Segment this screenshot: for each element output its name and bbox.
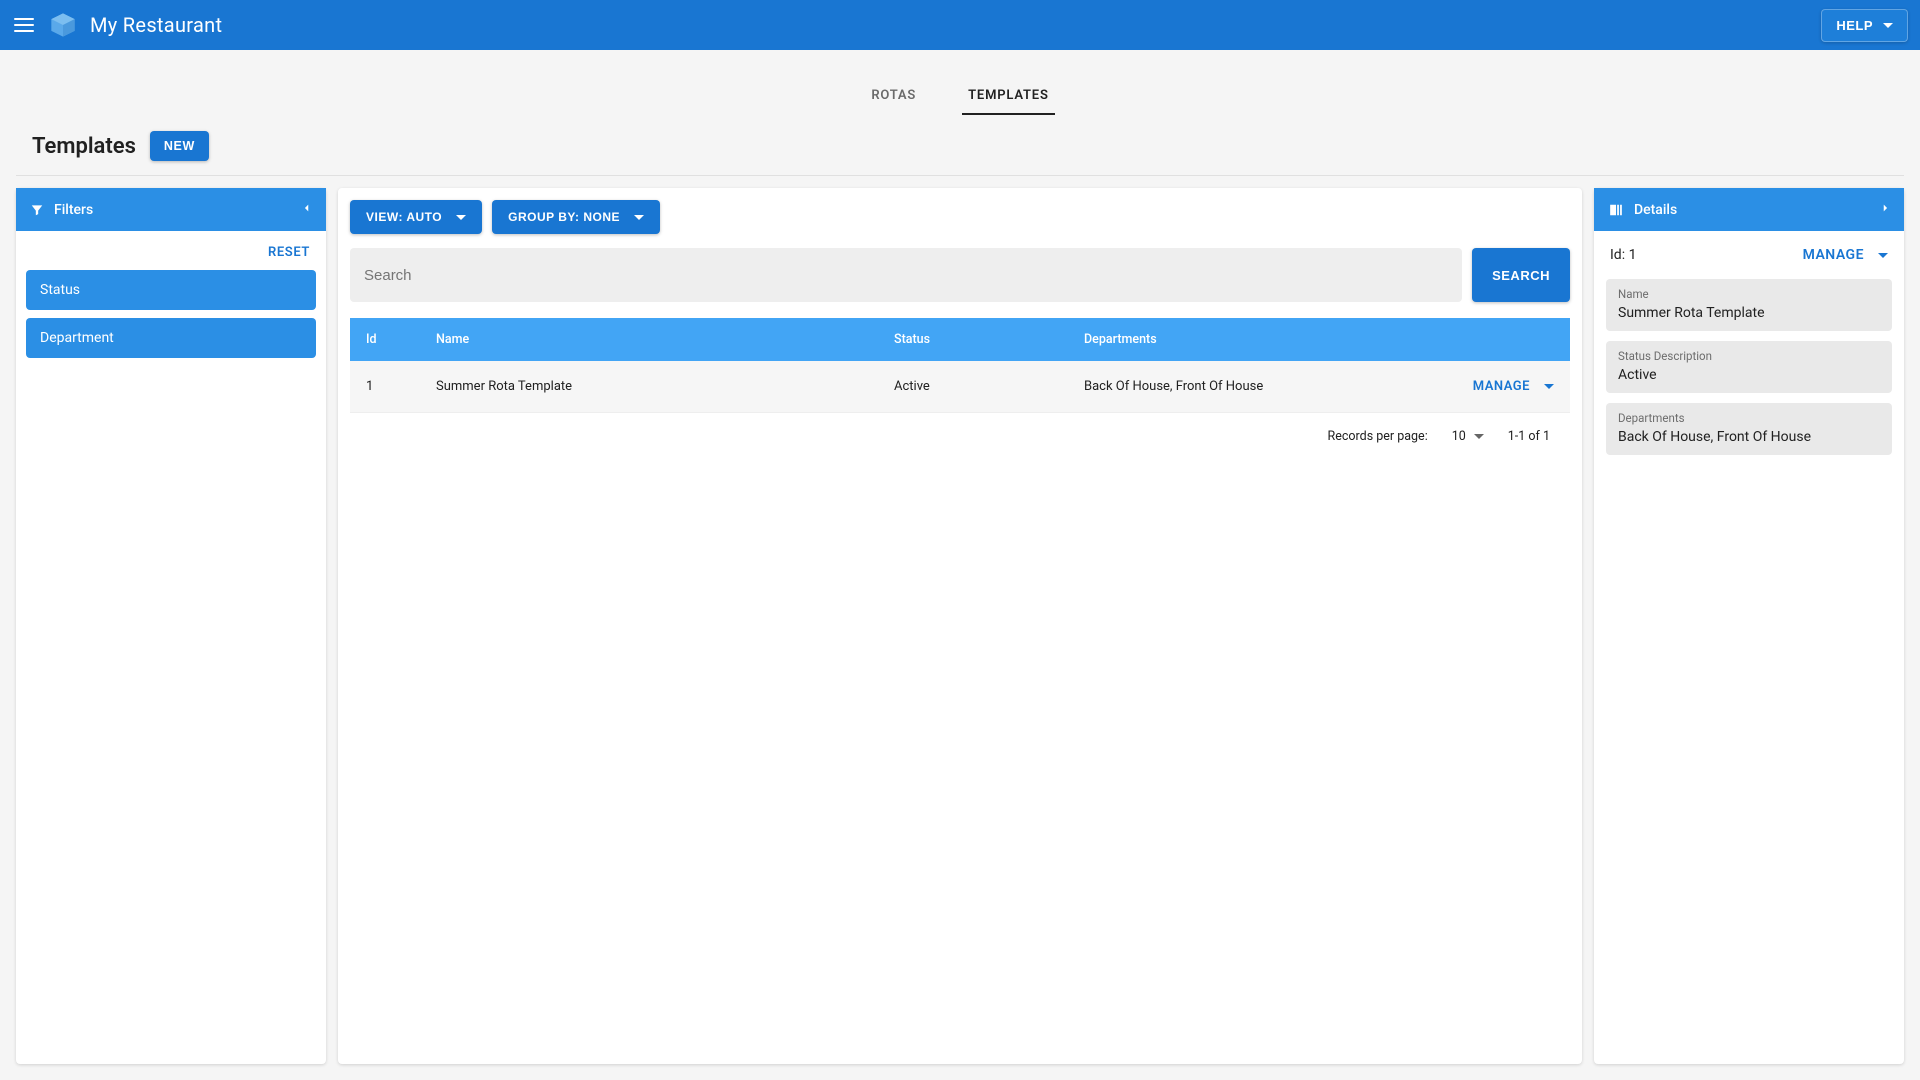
- reset-row: RESET: [16, 231, 326, 270]
- th-status[interactable]: Status: [894, 332, 1084, 347]
- details-header: Details: [1594, 188, 1904, 231]
- main-panel: VIEW: AUTO GROUP BY: NONE SEARCH Id Name…: [338, 188, 1582, 1064]
- details-id: Id: 1: [1610, 247, 1636, 263]
- cell-departments: Back Of House, Front Of House: [1084, 379, 1434, 394]
- cell-name: Summer Rota Template: [436, 379, 894, 394]
- row-manage-button[interactable]: MANAGE: [1434, 379, 1554, 394]
- th-actions: [1434, 332, 1554, 347]
- filters-panel: Filters RESET Status Department: [16, 188, 326, 1064]
- details-name-card: Name Summer Rota Template: [1606, 279, 1892, 331]
- caret-down-icon: [634, 215, 644, 220]
- details-icon: [1608, 203, 1624, 217]
- reset-button[interactable]: RESET: [268, 245, 310, 260]
- pagination-range: 1-1 of 1: [1508, 429, 1550, 444]
- details-manage-label: MANAGE: [1803, 247, 1864, 263]
- details-dept-value: Back Of House, Front Of House: [1618, 429, 1880, 445]
- table-header-row: Id Name Status Departments: [350, 318, 1570, 361]
- details-status-value: Active: [1618, 367, 1880, 383]
- filter-status[interactable]: Status: [26, 270, 316, 310]
- caret-down-icon: [1883, 23, 1893, 28]
- view-dropdown[interactable]: VIEW: AUTO: [350, 200, 482, 234]
- records-per-page-value: 10: [1452, 429, 1466, 444]
- caret-down-icon: [1474, 434, 1484, 439]
- details-status-label: Status Description: [1618, 349, 1880, 363]
- table-row[interactable]: 1 Summer Rota Template Active Back Of Ho…: [350, 361, 1570, 413]
- columns: Filters RESET Status Department VIEW: AU…: [0, 176, 1920, 1064]
- details-top-row: Id: 1 MANAGE: [1606, 245, 1892, 269]
- new-button[interactable]: NEW: [150, 131, 209, 161]
- caret-down-icon: [456, 215, 466, 220]
- filter-department[interactable]: Department: [26, 318, 316, 358]
- appbar-left: My Restaurant: [12, 10, 222, 40]
- th-departments[interactable]: Departments: [1084, 332, 1434, 347]
- details-title: Details: [1634, 202, 1677, 218]
- content-region: ROTAS TEMPLATES Templates NEW Filters: [0, 50, 1920, 1080]
- search-button[interactable]: SEARCH: [1472, 248, 1570, 302]
- filters-header: Filters: [16, 188, 326, 231]
- view-label: VIEW: AUTO: [366, 210, 442, 224]
- records-per-page-select[interactable]: 10: [1452, 429, 1484, 444]
- app-bar: My Restaurant HELP: [0, 0, 1920, 50]
- toolbar: VIEW: AUTO GROUP BY: NONE: [350, 200, 1570, 234]
- details-panel: Details Id: 1 MANAGE Name Summer Rota Te…: [1594, 188, 1904, 1064]
- groupby-dropdown[interactable]: GROUP BY: NONE: [492, 200, 660, 234]
- app-title: My Restaurant: [90, 13, 222, 37]
- collapse-left-icon[interactable]: [302, 200, 312, 219]
- collapse-right-icon[interactable]: [1880, 200, 1890, 219]
- th-name[interactable]: Name: [436, 332, 894, 347]
- cell-status: Active: [894, 379, 1084, 394]
- help-button-label: HELP: [1836, 18, 1873, 33]
- menu-icon[interactable]: [12, 13, 36, 37]
- cell-id: 1: [366, 379, 436, 394]
- table: Id Name Status Departments 1 Summer Rota…: [350, 318, 1570, 462]
- search-input[interactable]: [350, 248, 1462, 302]
- filters-title: Filters: [54, 202, 93, 218]
- page-title: Templates: [32, 134, 136, 159]
- help-button[interactable]: HELP: [1821, 9, 1908, 42]
- pagination: Records per page: 10 1-1 of 1: [350, 413, 1570, 462]
- tab-templates[interactable]: TEMPLATES: [962, 78, 1055, 115]
- filter-icon: [30, 203, 44, 217]
- details-dept-card: Departments Back Of House, Front Of Hous…: [1606, 403, 1892, 455]
- search-row: SEARCH: [350, 248, 1570, 302]
- th-id[interactable]: Id: [366, 332, 436, 347]
- row-manage-label: MANAGE: [1473, 379, 1530, 394]
- logo-icon: [48, 10, 78, 40]
- records-per-page-label: Records per page:: [1328, 429, 1428, 444]
- groupby-label: GROUP BY: NONE: [508, 210, 620, 224]
- details-dept-label: Departments: [1618, 411, 1880, 425]
- caret-down-icon: [1544, 384, 1554, 389]
- details-manage-button[interactable]: MANAGE: [1803, 247, 1888, 263]
- filter-list: Status Department: [16, 270, 326, 358]
- details-name-value: Summer Rota Template: [1618, 305, 1880, 321]
- tabs: ROTAS TEMPLATES: [0, 50, 1920, 123]
- tab-rotas[interactable]: ROTAS: [865, 78, 922, 115]
- page-header: Templates NEW: [16, 123, 1904, 176]
- details-body: Id: 1 MANAGE Name Summer Rota Template S…: [1594, 231, 1904, 469]
- details-name-label: Name: [1618, 287, 1880, 301]
- details-status-card: Status Description Active: [1606, 341, 1892, 393]
- caret-down-icon: [1878, 253, 1888, 258]
